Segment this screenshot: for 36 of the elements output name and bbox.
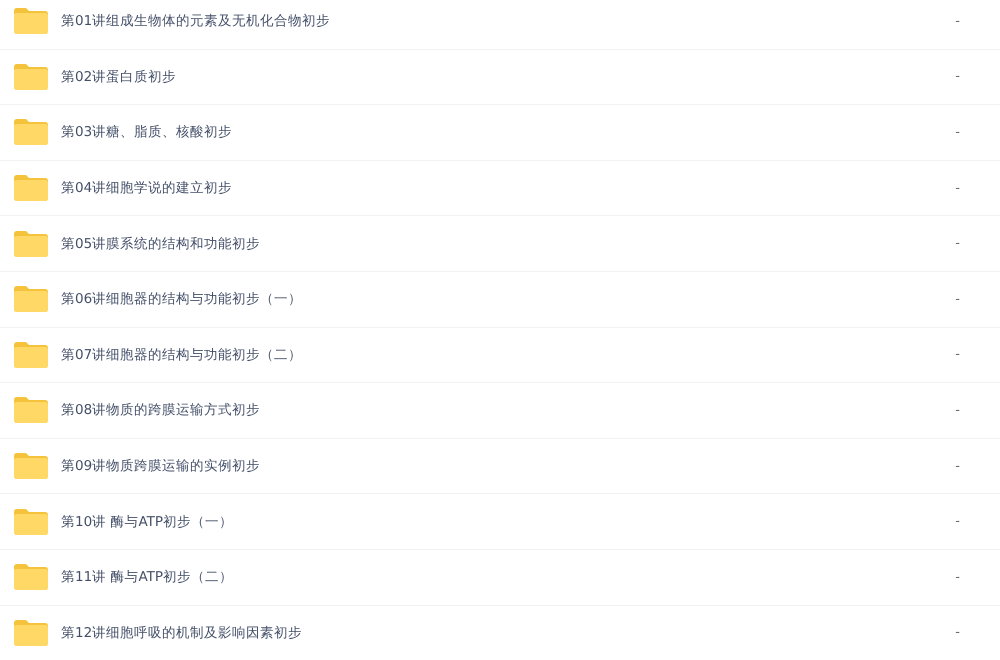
folder-icon [14, 64, 48, 90]
file-size: - [954, 347, 960, 362]
folder-icon [14, 453, 48, 480]
folder-icon [14, 397, 48, 424]
folder-name[interactable]: 第10讲 酶与ATP初步（一） [61, 512, 910, 531]
file-size: - [954, 292, 960, 307]
file-size: - [954, 236, 960, 252]
folder-name[interactable]: 第03讲糖、脂质、核酸初步 [61, 123, 910, 142]
folder-name[interactable]: 第07讲细胞器的结构与功能初步（二） [61, 346, 910, 364]
file-size: - [954, 14, 960, 29]
folder-icon [14, 342, 48, 368]
file-size: - [954, 570, 960, 585]
folder-name[interactable]: 第01讲组成生物体的元素及无机化合物初步 [61, 12, 910, 30]
folder-icon [14, 230, 48, 257]
file-size: - [954, 514, 960, 530]
folder-name[interactable]: 第02讲蛋白质初步 [61, 68, 910, 86]
folder-icon [14, 119, 48, 146]
folder-name[interactable]: 第04讲细胞学说的建立初步 [61, 179, 910, 198]
folder-name[interactable]: 第05讲膜系统的结构和功能初步 [61, 234, 910, 253]
folder-icon [14, 286, 48, 312]
file-size: - [954, 124, 960, 140]
folder-icon [14, 620, 48, 646]
folder-icon [14, 8, 48, 34]
file-size: - [954, 625, 960, 640]
folder-name[interactable]: 第11讲 酶与ATP初步（二） [61, 568, 910, 586]
folder-icon [14, 175, 48, 202]
folder-name[interactable]: 第09讲物质跨膜运输的实例初步 [61, 457, 910, 476]
folder-icon [14, 564, 48, 590]
file-size: - [954, 458, 960, 474]
file-size: - [954, 402, 960, 418]
folder-icon [14, 508, 48, 535]
file-size: - [954, 69, 960, 84]
folder-name[interactable]: 第06讲细胞器的结构与功能初步（一） [61, 290, 910, 308]
file-size: - [954, 180, 960, 196]
folder-name[interactable]: 第12讲细胞呼吸的机制及影响因素初步 [61, 624, 910, 642]
folder-name[interactable]: 第08讲物质的跨膜运输方式初步 [61, 401, 910, 420]
